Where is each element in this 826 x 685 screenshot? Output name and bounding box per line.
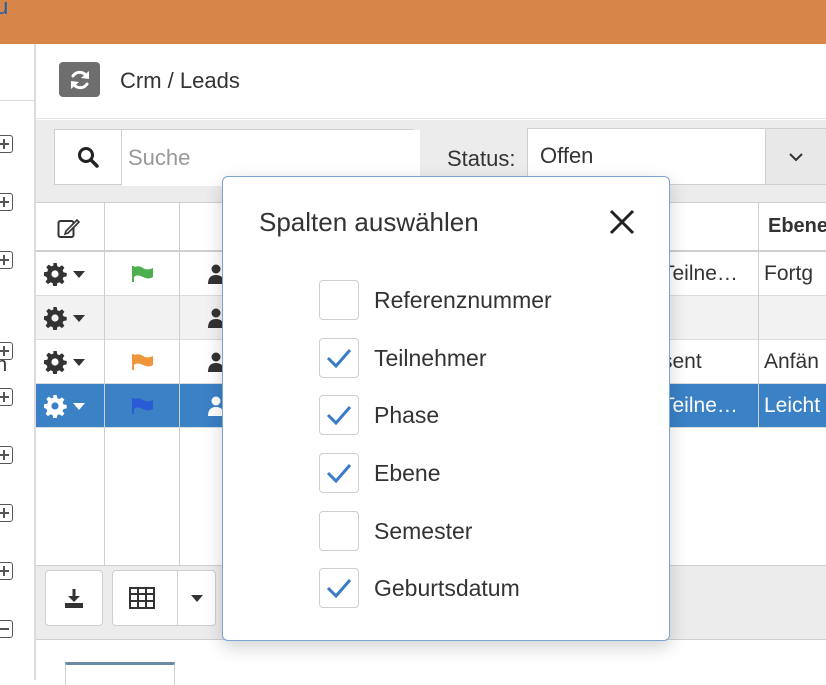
row-menu-caret-icon[interactable]	[73, 271, 85, 278]
column-option-label: Teilnehmer	[374, 345, 487, 371]
tree-expand-icon[interactable]	[0, 504, 13, 522]
footer-tab[interactable]	[65, 662, 175, 685]
gear-icon[interactable]	[41, 306, 69, 330]
gear-icon[interactable]	[41, 262, 69, 286]
left-tree-pane: n	[0, 44, 36, 680]
footer-area	[36, 639, 826, 685]
checkmark-icon	[326, 349, 352, 368]
status-label: Status:	[447, 146, 516, 171]
column-option-semester[interactable]: Semester	[319, 511, 639, 551]
row-menu-caret-icon[interactable]	[73, 359, 85, 366]
column-option-label: Referenznummer	[374, 287, 552, 313]
tree-expand-icon[interactable]	[0, 342, 13, 360]
app-header-bar: u	[0, 0, 826, 44]
chevron-down-icon	[789, 152, 803, 161]
refresh-button[interactable]	[59, 62, 100, 97]
checkbox[interactable]	[319, 453, 359, 493]
table-icon	[129, 587, 155, 609]
checkbox[interactable]	[319, 395, 359, 435]
row-menu-caret-icon[interactable]	[73, 403, 85, 410]
close-icon[interactable]	[605, 205, 639, 239]
row-menu-caret-icon[interactable]	[73, 315, 85, 322]
gear-icon[interactable]	[41, 394, 69, 418]
checkbox[interactable]	[319, 511, 359, 551]
download-icon	[65, 589, 83, 608]
column-option-phase[interactable]: Phase	[319, 395, 639, 435]
column-option-label: Phase	[374, 402, 440, 428]
tree-expand-icon[interactable]	[0, 562, 13, 580]
cell-phase: Teilne…	[662, 262, 738, 285]
download-button[interactable]	[45, 570, 103, 626]
checkbox[interactable]	[319, 338, 359, 378]
checkbox[interactable]	[319, 568, 359, 608]
search-icon	[78, 147, 99, 168]
column-option-teilnehmer[interactable]: Teilnehmer	[319, 338, 639, 378]
caret-down-icon[interactable]	[191, 595, 203, 602]
status-dropdown-button[interactable]	[765, 129, 826, 184]
flag-icon	[132, 266, 153, 282]
column-option-ebene[interactable]: Ebene	[319, 453, 639, 493]
checkmark-icon	[326, 579, 352, 598]
popover-title: Spalten auswählen	[259, 207, 479, 237]
cell-phase: sent	[662, 350, 702, 373]
column-option-label: Geburtsdatum	[374, 575, 520, 601]
checkmark-icon	[326, 406, 352, 425]
search-button[interactable]	[55, 130, 122, 184]
breadcrumb-bar: Crm / Leads	[36, 44, 826, 119]
cell-ebene: Fortg	[764, 262, 814, 285]
edit-icon[interactable]	[57, 217, 81, 239]
tree-expand-icon[interactable]	[0, 193, 13, 211]
checkmark-icon	[326, 464, 352, 483]
tree-divider	[0, 100, 34, 101]
cell-ebene: Leicht	[764, 394, 821, 417]
column-divider	[758, 203, 759, 427]
tree-collapse-icon[interactable]	[0, 620, 13, 638]
column-option-referenznummer[interactable]: Referenznummer	[319, 280, 639, 320]
app-logo-fragment[interactable]: u	[0, 0, 8, 20]
column-chooser-button[interactable]	[112, 570, 216, 626]
gear-icon[interactable]	[41, 350, 69, 374]
checkbox[interactable]	[319, 280, 359, 320]
flag-icon	[132, 354, 153, 370]
column-divider	[179, 203, 180, 565]
column-header-ebene[interactable]: Ebene	[768, 215, 826, 238]
flag-icon	[132, 398, 153, 414]
tree-expand-icon[interactable]	[0, 388, 13, 406]
tree-expand-icon[interactable]	[0, 251, 13, 269]
cell-phase: Teilne…	[662, 394, 738, 417]
status-value: Offen	[540, 143, 594, 168]
tree-expand-icon[interactable]	[0, 135, 13, 153]
tree-expand-icon[interactable]	[0, 446, 13, 464]
column-option-label: Semester	[374, 518, 473, 544]
column-divider	[104, 203, 105, 565]
cell-ebene: Anfän	[764, 350, 819, 373]
column-option-geburtsdatum[interactable]: Geburtsdatum	[319, 568, 639, 608]
column-option-label: Ebene	[374, 460, 441, 486]
column-chooser-popover: Spalten auswählen Referenznummer Teilneh…	[222, 176, 670, 641]
page-title: Crm / Leads	[120, 68, 240, 93]
button-divider	[177, 571, 178, 625]
refresh-icon	[70, 70, 89, 89]
